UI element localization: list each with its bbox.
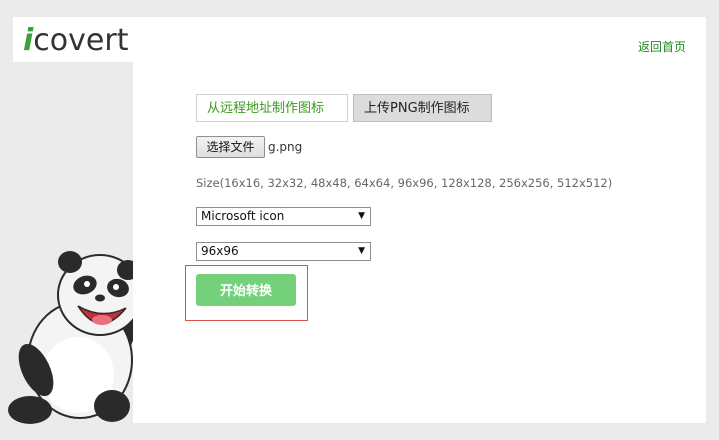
logo-text: covert xyxy=(33,23,129,58)
logo-container: icovert xyxy=(13,17,133,62)
selected-file-name: g.png xyxy=(268,140,303,154)
size-select-value: 96x96 xyxy=(201,244,239,258)
choose-file-button[interactable]: 选择文件 xyxy=(196,136,265,158)
dropdown-arrow-icon: ▼ xyxy=(358,246,365,256)
size-select[interactable]: 96x96 ▼ xyxy=(196,242,371,261)
panda-mascot xyxy=(8,251,140,424)
home-link[interactable]: 返回首页 xyxy=(638,38,686,55)
tab-upload-png[interactable]: 上传PNG制作图标 xyxy=(353,94,492,122)
tab-remote-url[interactable]: 从远程地址制作图标 xyxy=(196,94,348,122)
site-logo[interactable]: icovert xyxy=(23,21,128,61)
format-select[interactable]: Microsoft icon ▼ xyxy=(196,207,371,226)
logo-i: i xyxy=(23,23,34,58)
main-card: 返回首页 从远程地址制作图标 上传PNG制作图标 选择文件 g.png Size… xyxy=(133,17,706,423)
size-hint: Size(16x16, 32x32, 48x48, 64x64, 96x96, … xyxy=(196,176,613,190)
convert-button[interactable]: 开始转换 xyxy=(196,274,296,306)
format-select-value: Microsoft icon xyxy=(201,209,285,223)
dropdown-arrow-icon: ▼ xyxy=(358,211,365,221)
